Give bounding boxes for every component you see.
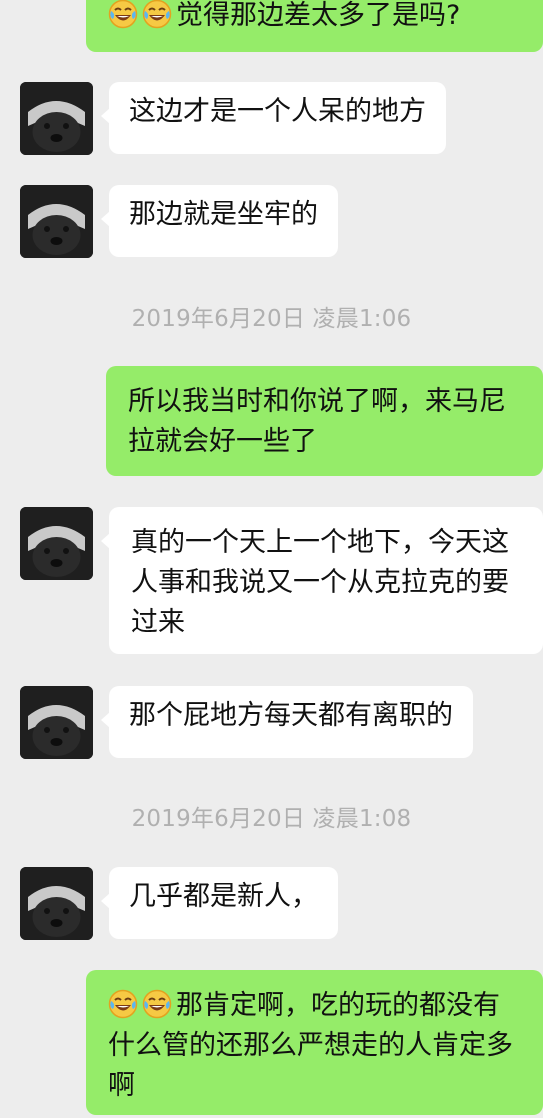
message-text: 几乎都是新人， — [129, 881, 318, 912]
chat-conversation: 觉得那边差太多了是吗? 这边才是一个人呆的地方 那边就是坐牢的 2019年6月2… — [0, 0, 543, 1118]
outgoing-message[interactable]: 所以我当时和你说了啊，来马尼拉就会好一些了 — [106, 366, 543, 476]
message-text: 那边就是坐牢的 — [129, 199, 318, 230]
honey-badger-avatar-icon[interactable] — [20, 867, 93, 940]
message-text: 所以我当时和你说了啊，来马尼拉就会好一些了 — [128, 386, 506, 457]
honey-badger-avatar-icon[interactable] — [20, 507, 93, 580]
incoming-message[interactable]: 几乎都是新人， — [101, 867, 338, 939]
honey-badger-avatar-icon[interactable] — [20, 185, 93, 258]
outgoing-message[interactable]: 那肯定啊，吃的玩的都没有什么管的还那么严想走的人肯定多啊 — [86, 970, 543, 1115]
message-timestamp: 2019年6月20日 凌晨1:08 — [131, 806, 412, 832]
incoming-message[interactable]: 那边就是坐牢的 — [101, 185, 338, 257]
tears-of-joy-emoji-icon — [108, 989, 138, 1019]
honey-badger-avatar-icon[interactable] — [20, 82, 93, 155]
message-text: 这边才是一个人呆的地方 — [129, 96, 426, 127]
message-text: 那个屁地方每天都有离职的 — [129, 700, 453, 731]
message-timestamp: 2019年6月20日 凌晨1:06 — [131, 306, 412, 332]
message-text: 觉得那边差太多了是吗? — [176, 0, 461, 31]
incoming-message[interactable]: 这边才是一个人呆的地方 — [101, 82, 446, 154]
tears-of-joy-emoji-icon — [142, 0, 172, 29]
tears-of-joy-emoji-icon — [108, 0, 138, 29]
outgoing-message[interactable]: 觉得那边差太多了是吗? — [86, 0, 543, 52]
incoming-message[interactable]: 真的一个天上一个地下，今天这人事和我说又一个从克拉克的要过来 — [101, 507, 543, 654]
honey-badger-avatar-icon[interactable] — [20, 686, 93, 759]
incoming-message[interactable]: 那个屁地方每天都有离职的 — [101, 686, 473, 758]
tears-of-joy-emoji-icon — [142, 989, 172, 1019]
message-text: 真的一个天上一个地下，今天这人事和我说又一个从克拉克的要过来 — [131, 527, 509, 638]
